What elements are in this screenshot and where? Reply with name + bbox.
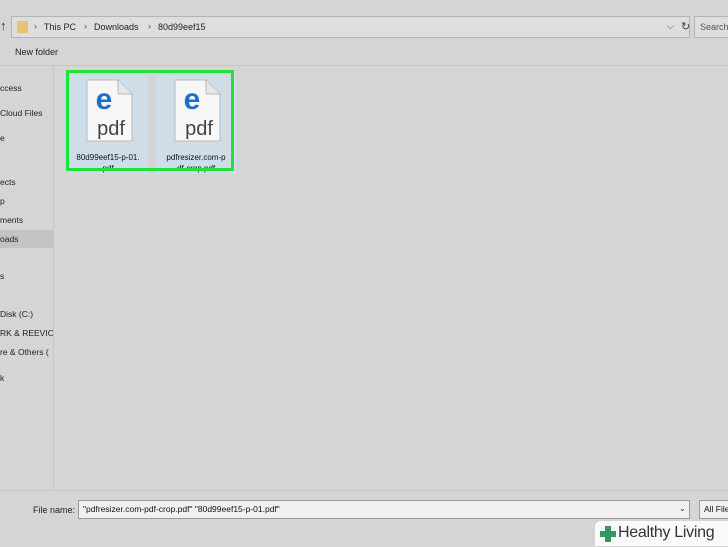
breadcrumb-separator-icon: › xyxy=(84,21,87,31)
breadcrumb-separator-icon: › xyxy=(148,21,151,31)
nav-item-drive-3[interactable]: re & Others ( xyxy=(0,344,53,360)
folder-icon xyxy=(17,21,28,33)
health-cross-icon xyxy=(600,526,616,542)
nav-item-quick-access[interactable]: ccess xyxy=(0,80,53,96)
breadcrumb-separator-icon: › xyxy=(34,21,37,31)
nav-item-local-disk[interactable]: Disk (C:) xyxy=(0,306,53,322)
watermark-text: Healthy Living xyxy=(618,524,715,541)
nav-item-videos[interactable]: s xyxy=(0,268,53,284)
address-bar[interactable]: › This PC › Downloads › 80d99eef15 ⌵ ↻ xyxy=(11,16,690,38)
nav-item-cloud-files[interactable]: Cloud Files xyxy=(0,105,53,121)
search-input[interactable]: Search xyxy=(694,16,728,38)
file-name-value: "pdfresizer.com-pdf-crop.pdf" "80d99eef1… xyxy=(83,504,280,514)
nav-item-network[interactable]: k xyxy=(0,370,53,386)
search-placeholder: Search xyxy=(700,22,728,32)
nav-item-documents[interactable]: ments xyxy=(0,212,53,228)
up-arrow-icon[interactable]: ↑ xyxy=(0,19,10,33)
watermark: Healthy Living xyxy=(595,521,728,546)
nav-item-desktop[interactable]: p xyxy=(0,193,53,209)
nav-item-onedrive[interactable]: e xyxy=(0,130,53,146)
file-type-select[interactable]: All Files xyxy=(699,500,728,519)
nav-item-downloads[interactable]: oads xyxy=(0,230,53,248)
address-dropdown-icon[interactable]: ⌵ xyxy=(667,21,674,32)
toolbar: New folder xyxy=(0,42,728,64)
breadcrumb-current-folder[interactable]: 80d99eef15 xyxy=(158,22,206,32)
breadcrumb-downloads[interactable]: Downloads xyxy=(94,22,139,32)
file-type-value: All Files xyxy=(704,504,728,514)
nav-item-drive-2[interactable]: RK & REEVIO xyxy=(0,325,53,341)
breadcrumb-this-pc[interactable]: This PC xyxy=(44,22,76,32)
selection-highlight-box xyxy=(66,70,234,171)
refresh-icon[interactable]: ↻ xyxy=(681,20,690,33)
file-name-label: File name: xyxy=(33,505,76,515)
nav-item-3d-objects[interactable]: ects xyxy=(0,174,53,190)
chevron-down-icon[interactable]: ⌄ xyxy=(679,504,686,513)
file-list-area[interactable]: e pdf 80d99eef15-p-01. pdf e pdf pdfresi… xyxy=(54,66,728,490)
new-folder-button[interactable]: New folder xyxy=(15,47,58,57)
file-name-input[interactable]: "pdfresizer.com-pdf-crop.pdf" "80d99eef1… xyxy=(78,500,690,519)
navigation-pane[interactable]: ccess Cloud Files e ects p ments oads s … xyxy=(0,66,54,490)
address-row: ↑ › This PC › Downloads › 80d99eef15 ⌵ ↻… xyxy=(0,12,728,42)
